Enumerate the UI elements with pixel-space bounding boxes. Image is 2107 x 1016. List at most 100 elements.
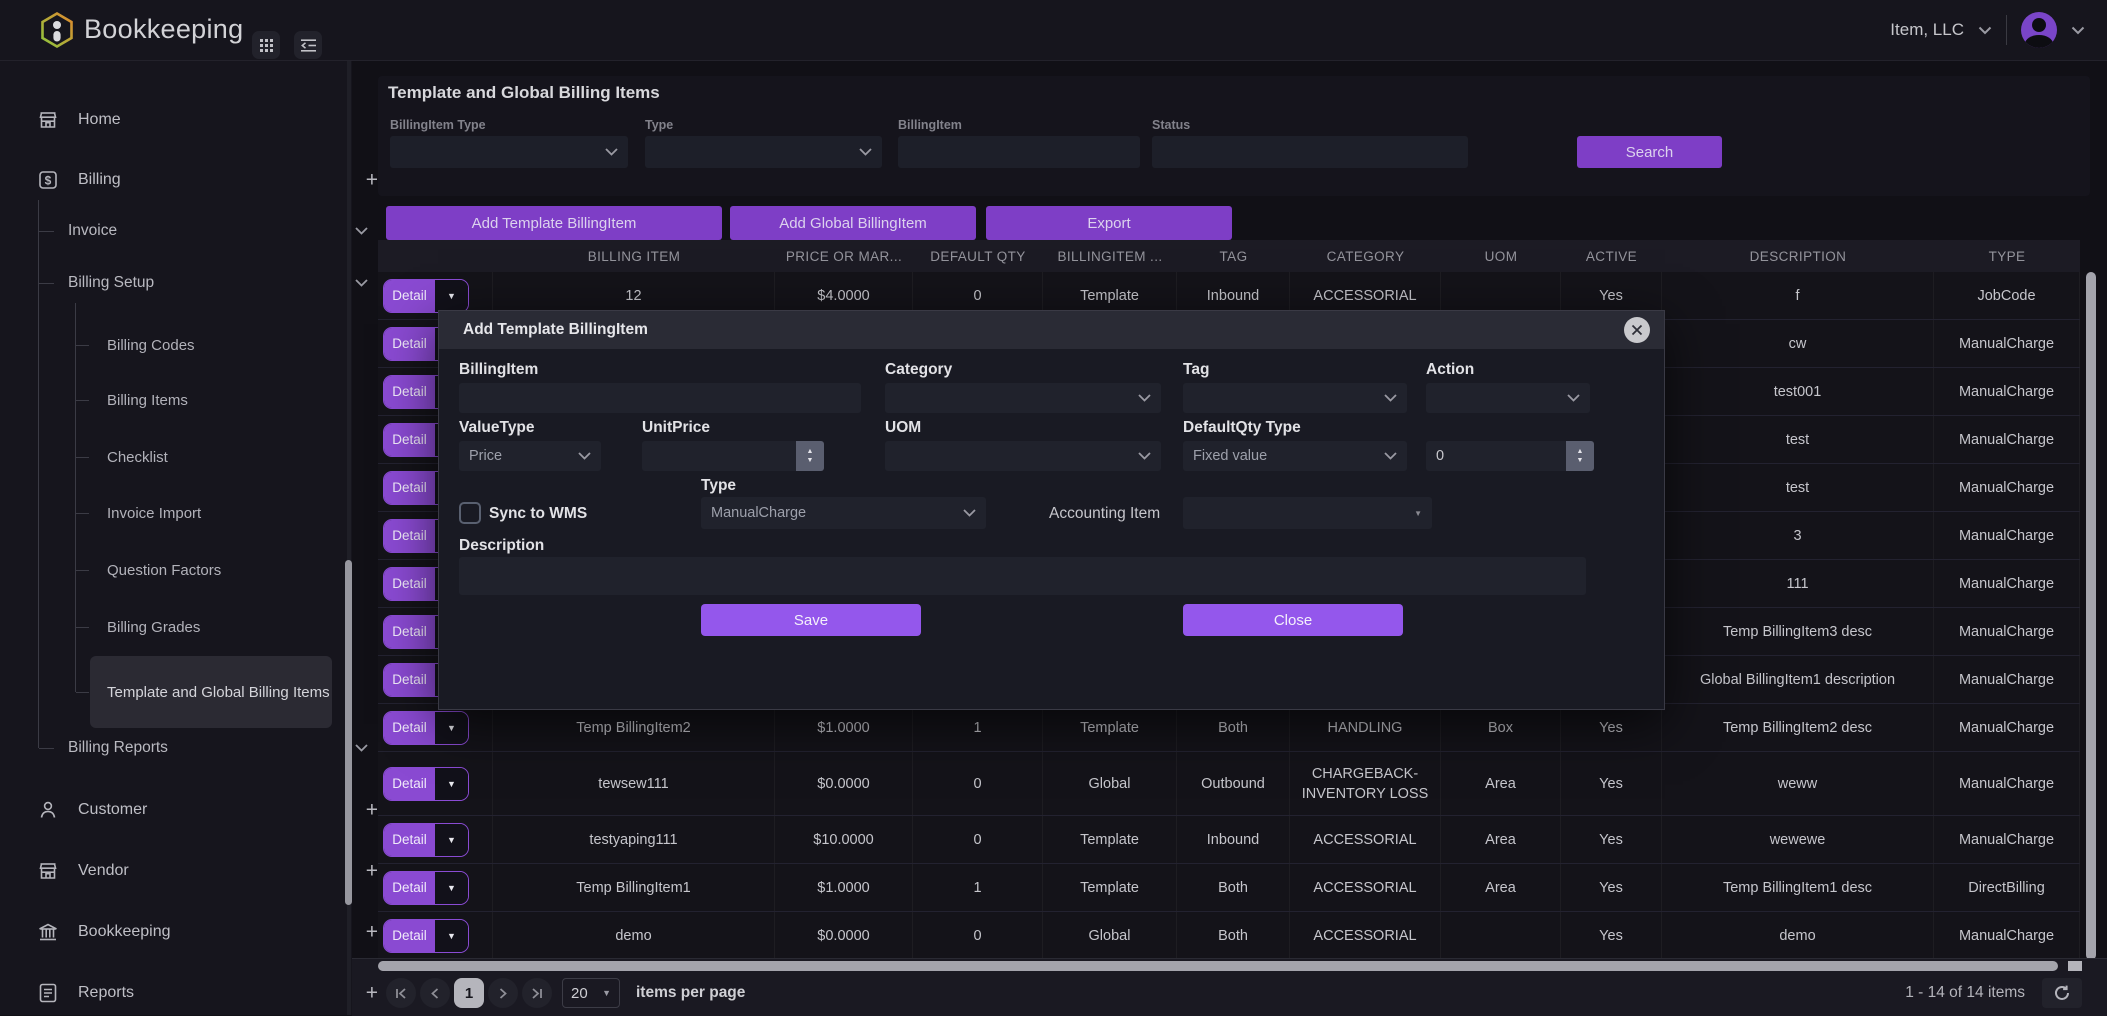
column-header-active[interactable]: ACTIVE xyxy=(1561,240,1662,272)
table-cell: 1 xyxy=(913,864,1043,911)
column-header-default-qty[interactable]: DEFAULT QTY xyxy=(913,240,1043,272)
table-cell: 1 xyxy=(913,704,1043,751)
invoice-chevron-down-icon[interactable] xyxy=(355,227,368,235)
table-row: Detail▼Temp BillingItem1$1.00001Template… xyxy=(378,864,2080,912)
table-cell: 0 xyxy=(913,912,1043,959)
column-header-description[interactable]: DESCRIPTION xyxy=(1662,240,1934,272)
sidebar-item-home[interactable]: Home xyxy=(0,102,418,138)
detail-dropdown-button[interactable]: ▼ xyxy=(435,768,468,800)
detail-button[interactable]: Detail xyxy=(384,824,435,856)
sidebar-item-bookkeeping[interactable]: Bookkeeping + xyxy=(0,914,418,950)
modal-type-select[interactable]: ManualCharge xyxy=(701,497,986,529)
detail-dropdown-button[interactable]: ▼ xyxy=(435,712,468,744)
sidebar-item-question-factors[interactable]: Question Factors xyxy=(0,552,447,588)
chevron-down-icon xyxy=(578,452,591,460)
filter-billingitem-type-select[interactable] xyxy=(390,136,628,168)
table-cell: Area xyxy=(1441,752,1561,815)
filter-status-input[interactable] xyxy=(1152,136,1468,168)
detail-dropdown-button[interactable]: ▼ xyxy=(435,824,468,856)
filter-billingitem-input[interactable] xyxy=(898,136,1140,168)
company-chevron-down-icon[interactable] xyxy=(1978,26,1992,35)
sidebar: Home $ Billing + Invoice Billing Setup B… xyxy=(0,60,352,1015)
modal-uom-select[interactable] xyxy=(885,441,1161,471)
user-menu-chevron-down-icon[interactable] xyxy=(2071,26,2085,35)
sidebar-item-label: Billing Reports xyxy=(68,739,168,757)
user-avatar[interactable] xyxy=(2021,12,2057,48)
next-page-button[interactable] xyxy=(488,978,518,1008)
sidebar-item-billing[interactable]: $ Billing + xyxy=(0,162,418,198)
column-header-tag[interactable]: TAG xyxy=(1177,240,1290,272)
modal-save-button[interactable]: Save xyxy=(701,604,921,636)
previous-page-button[interactable] xyxy=(420,978,450,1008)
sidebar-item-label: Invoice Import xyxy=(107,505,201,522)
table-horizontal-scrollbar-thumb[interactable] xyxy=(378,961,2058,971)
modal-defaultqty-input[interactable] xyxy=(1426,441,1566,471)
unitprice-spinner-buttons[interactable]: ▲▼ xyxy=(796,441,824,471)
bookkeeping-expand-plus-icon[interactable]: + xyxy=(366,922,378,943)
column-header-billing-item[interactable]: BILLING ITEM xyxy=(493,240,775,272)
column-header-category[interactable]: CATEGORY xyxy=(1290,240,1441,272)
modal-accounting-item-select[interactable]: ▼ xyxy=(1183,497,1432,529)
modal-close-icon[interactable] xyxy=(1624,317,1650,343)
modal-valuetype-select[interactable]: Price xyxy=(459,441,601,471)
column-header-price-or-mar[interactable]: PRICE OR MAR... xyxy=(775,240,913,272)
sidebar-item-billing-items[interactable]: Billing Items xyxy=(0,382,447,418)
export-button[interactable]: Export xyxy=(986,206,1232,240)
customer-expand-plus-icon[interactable]: + xyxy=(366,800,378,821)
sidebar-scrollbar-thumb[interactable] xyxy=(345,560,352,905)
table-cell: demo xyxy=(493,912,775,959)
sync-to-wms-label: Sync to WMS xyxy=(489,505,587,523)
table-cell: ManualCharge xyxy=(1934,912,2080,959)
sidebar-collapse-icon[interactable] xyxy=(294,31,322,59)
column-header-billingitem[interactable]: BILLINGITEM ... xyxy=(1043,240,1177,272)
detail-dropdown-button[interactable]: ▼ xyxy=(435,920,468,952)
sidebar-item-label: Invoice xyxy=(68,222,117,240)
sidebar-item-reports[interactable]: Reports + xyxy=(0,975,418,1011)
sidebar-item-customer[interactable]: Customer + xyxy=(0,792,418,828)
column-header-uom[interactable]: UOM xyxy=(1441,240,1561,272)
defaultqty-spinner-buttons[interactable]: ▲▼ xyxy=(1566,441,1594,471)
modal-tag-select[interactable] xyxy=(1183,383,1407,413)
company-selector[interactable]: Item, LLC xyxy=(1890,20,1964,40)
modal-billingitem-input[interactable] xyxy=(459,383,861,413)
add-global-billingitem-button[interactable]: Add Global BillingItem xyxy=(730,206,976,240)
table-vertical-scrollbar-thumb[interactable] xyxy=(2086,272,2096,960)
billing-setup-chevron-down-icon[interactable] xyxy=(355,279,368,287)
sidebar-item-invoice-import[interactable]: Invoice Import xyxy=(0,495,447,531)
page-size-select[interactable]: 20 ▼ xyxy=(562,978,620,1008)
table-cell: Temp BillingItem2 desc xyxy=(1662,704,1934,751)
modal-action-select[interactable] xyxy=(1426,383,1590,413)
sync-to-wms-checkbox[interactable] xyxy=(459,502,481,524)
modal-description-input[interactable] xyxy=(459,557,1586,595)
search-button[interactable]: Search xyxy=(1577,136,1722,168)
detail-dropdown-button[interactable]: ▼ xyxy=(435,872,468,904)
modal-unitprice-input[interactable] xyxy=(642,441,796,471)
apps-grid-icon[interactable] xyxy=(252,31,280,59)
modal-close-button[interactable]: Close xyxy=(1183,604,1403,636)
refresh-button[interactable] xyxy=(2042,978,2082,1008)
sidebar-item-checklist[interactable]: Checklist xyxy=(0,439,447,475)
column-header-type[interactable]: TYPE xyxy=(1934,240,2080,272)
detail-button[interactable]: Detail xyxy=(384,664,435,696)
current-page-button[interactable]: 1 xyxy=(454,978,484,1008)
table-cell: JobCode xyxy=(1934,272,2080,319)
chevron-down-icon xyxy=(605,148,618,156)
filter-type-select[interactable] xyxy=(645,136,882,168)
modal-category-select[interactable] xyxy=(885,383,1161,413)
sidebar-item-template-global-billing-items[interactable]: Template and Global Billing Items xyxy=(0,656,357,728)
page-title: Template and Global Billing Items xyxy=(388,83,660,103)
vendor-expand-plus-icon[interactable]: + xyxy=(366,861,378,882)
billing-reports-chevron-down-icon[interactable] xyxy=(355,744,368,752)
modal-defaultqty-type-select[interactable]: Fixed value xyxy=(1183,441,1407,471)
filter-billingitem-input-wrap xyxy=(898,136,1140,168)
sidebar-item-billing-grades[interactable]: Billing Grades xyxy=(0,609,447,645)
billing-expand-plus-icon[interactable]: + xyxy=(366,170,378,191)
table-cell: test001 xyxy=(1662,368,1934,415)
reports-expand-plus-icon[interactable]: + xyxy=(366,983,378,1004)
add-template-billingitem-button[interactable]: Add Template BillingItem xyxy=(386,206,722,240)
detail-dropdown-button[interactable]: ▼ xyxy=(435,280,468,312)
table-vertical-scrollbar[interactable] xyxy=(2086,272,2096,960)
sidebar-item-billing-codes[interactable]: Billing Codes xyxy=(0,327,447,363)
last-page-button[interactable] xyxy=(522,978,552,1008)
sidebar-item-vendor[interactable]: Vendor + xyxy=(0,853,418,889)
